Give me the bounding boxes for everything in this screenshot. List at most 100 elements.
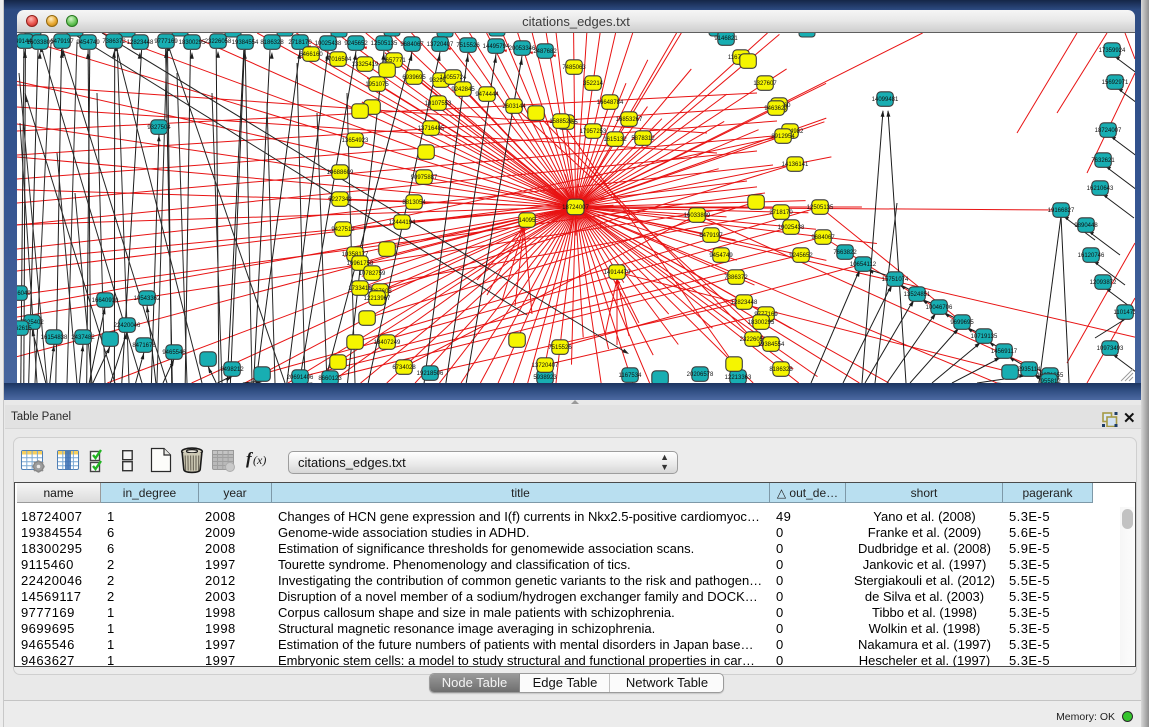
svg-text:8186328: 8186328: [769, 367, 793, 373]
svg-text:16033809: 16033809: [684, 213, 711, 219]
svg-text:10107553: 10107553: [425, 101, 452, 107]
svg-text:13654923: 13654923: [342, 138, 369, 144]
svg-text:7386372: 7386372: [724, 275, 748, 281]
svg-text:9454749: 9454749: [76, 40, 100, 46]
svg-text:19384554: 19384554: [232, 40, 259, 46]
svg-text:10025438: 10025438: [778, 225, 805, 231]
svg-text:17957253: 17957253: [580, 129, 607, 135]
svg-text:7386372: 7386372: [102, 39, 126, 45]
svg-text:9245652: 9245652: [344, 41, 368, 47]
svg-text:90975887: 90975887: [411, 175, 438, 181]
svg-text:10543362: 10543362: [134, 296, 161, 302]
svg-text:10719135: 10719135: [971, 334, 998, 340]
svg-text:15751074: 15751074: [882, 277, 909, 283]
svg-text:16210643: 16210643: [1087, 186, 1114, 192]
svg-text:8186328: 8186328: [260, 40, 284, 46]
svg-text:9245652: 9245652: [789, 253, 813, 259]
svg-text:12093872: 12093872: [1090, 280, 1117, 286]
svg-text:8813054: 8813054: [402, 200, 426, 206]
svg-text:7515526: 7515526: [456, 43, 480, 49]
svg-text:16120746: 16120746: [1078, 253, 1105, 259]
svg-text:9427512: 9427512: [331, 227, 355, 233]
svg-text:5878312: 5878312: [631, 136, 655, 142]
svg-text:7485063: 7485063: [562, 65, 586, 71]
svg-text:12823448: 12823448: [127, 40, 154, 46]
svg-text:1615132: 1615132: [603, 137, 627, 143]
svg-text:12505135: 12505135: [807, 205, 834, 211]
svg-text:10654112: 10654112: [850, 262, 877, 268]
svg-text:17016504: 17016504: [325, 57, 352, 63]
svg-text:20691406: 20691406: [287, 375, 314, 381]
svg-text:7632621: 7632621: [1091, 158, 1115, 164]
svg-text:9327504: 9327504: [147, 125, 171, 131]
svg-text:17359924: 17359924: [1099, 48, 1126, 54]
svg-text:18724007: 18724007: [562, 205, 589, 211]
svg-text:8660123: 8660123: [318, 376, 342, 382]
svg-text:15692971: 15692971: [1102, 80, 1129, 86]
svg-text:14495794: 14495794: [483, 44, 510, 50]
svg-text:6479197: 6479197: [50, 39, 74, 45]
svg-text:1733416: 1733416: [348, 286, 372, 292]
svg-text:(x): (x): [253, 453, 266, 467]
svg-text:9465546: 9465546: [162, 350, 186, 356]
svg-text:12213967: 12213967: [364, 296, 391, 302]
svg-text:7663822: 7663822: [833, 250, 857, 256]
svg-text:8471676: 8471676: [132, 343, 156, 349]
svg-text:9146821: 9146821: [714, 36, 738, 42]
svg-text:1167534: 1167534: [619, 373, 643, 379]
svg-text:10782759: 10782759: [359, 271, 386, 277]
svg-text:6939695: 6939695: [402, 75, 426, 81]
svg-text:12823448: 12823448: [731, 300, 758, 306]
svg-text:19218506: 19218506: [417, 371, 444, 377]
svg-text:1362615: 1362615: [17, 326, 32, 332]
svg-text:9454749: 9454749: [709, 253, 733, 259]
svg-text:8912954: 8912954: [771, 134, 795, 140]
svg-text:16648784: 16648784: [597, 100, 624, 106]
svg-text:10046706: 10046706: [926, 305, 953, 311]
svg-text:1951075: 1951075: [365, 82, 389, 88]
svg-text:23226058: 23226058: [205, 39, 232, 45]
svg-text:2437482: 2437482: [71, 335, 95, 341]
svg-text:2718170: 2718170: [288, 40, 312, 46]
svg-text:9227342: 9227342: [328, 197, 352, 203]
svg-text:19384554: 19384554: [758, 342, 785, 348]
svg-text:9699695: 9699695: [950, 320, 974, 326]
svg-text:9463627: 9463627: [764, 106, 788, 112]
svg-text:13720407: 13720407: [532, 363, 559, 369]
svg-text:2718170: 2718170: [769, 210, 793, 216]
svg-text:9684067: 9684067: [400, 42, 424, 48]
svg-text:2603144: 2603144: [502, 104, 526, 110]
svg-text:1588520: 1588520: [549, 119, 573, 125]
svg-text:10973493: 10973493: [1097, 346, 1124, 352]
svg-text:18300295: 18300295: [179, 40, 206, 46]
svg-text:12505135: 12505135: [371, 41, 398, 47]
svg-text:12444194: 12444194: [389, 220, 416, 226]
svg-text:6466160: 6466160: [299, 52, 323, 58]
svg-text:13716485: 13716485: [418, 126, 445, 132]
svg-text:1327607: 1327607: [753, 81, 777, 87]
svg-text:12213363: 12213363: [725, 375, 752, 381]
svg-text:10688609: 10688609: [327, 170, 354, 176]
svg-text:7515526: 7515526: [548, 345, 572, 351]
svg-text:19166827: 19166827: [1048, 208, 1075, 214]
svg-text:13325419: 13325419: [352, 62, 379, 68]
svg-text:6734028: 6734028: [392, 365, 416, 371]
svg-text:6216049: 6216049: [17, 291, 31, 297]
svg-text:18724007: 18724007: [1095, 128, 1122, 134]
svg-text:10025438: 10025438: [315, 41, 342, 47]
svg-text:14095: 14095: [519, 218, 536, 224]
svg-text:5938923: 5938923: [533, 375, 557, 381]
svg-text:20206578: 20206578: [687, 372, 714, 378]
svg-text:14055724: 14055724: [440, 75, 467, 81]
svg-text:14099481: 14099481: [872, 97, 899, 103]
svg-text:22420046: 22420046: [114, 323, 141, 329]
svg-text:6479197: 6479197: [699, 233, 723, 239]
svg-text:352214: 352214: [583, 81, 604, 87]
svg-text:13524851: 13524851: [904, 292, 931, 298]
svg-text:1101473: 1101473: [1114, 310, 1135, 316]
svg-text:20053346: 20053346: [509, 46, 536, 52]
svg-text:9777169: 9777169: [154, 39, 178, 45]
svg-text:9498212: 9498212: [220, 367, 244, 373]
svg-text:18300295: 18300295: [748, 320, 775, 326]
svg-text:16640910: 16640910: [92, 298, 119, 304]
